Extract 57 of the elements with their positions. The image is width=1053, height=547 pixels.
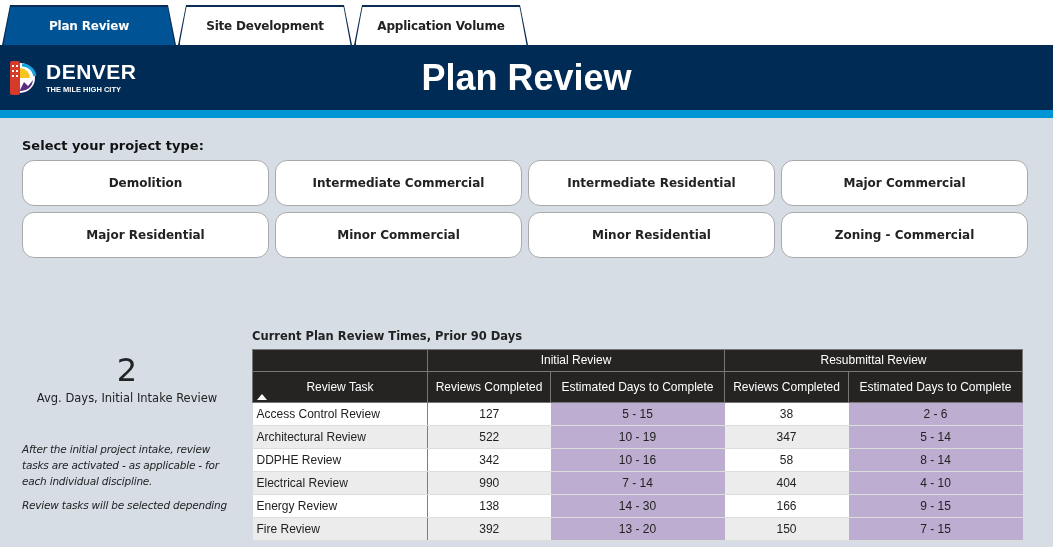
note-paragraph: After the initial project intake, review tasks are activated - as applicable - for each individual discipline. bbox=[22, 441, 221, 489]
table-cell: 127 bbox=[427, 402, 551, 426]
section-label: Select your project type: bbox=[22, 137, 205, 155]
kpi-label: Avg. Days, Initial Intake Review bbox=[35, 389, 219, 407]
note-paragraph: Review tasks will be selected depending bbox=[22, 497, 228, 513]
table-cell: 10 - 16 bbox=[550, 448, 725, 472]
table-cell: Electrical Review bbox=[252, 471, 428, 495]
logo-name: DENVER bbox=[46, 61, 137, 83]
table-cell: 404 bbox=[724, 471, 849, 495]
project-type-button[interactable]: Major Residential bbox=[22, 211, 269, 258]
table-cell: Access Control Review bbox=[252, 402, 428, 426]
page-title: Plan Review bbox=[421, 55, 632, 100]
table-cell: 7 - 14 bbox=[550, 471, 725, 495]
project-type-button[interactable]: Minor Residential bbox=[528, 211, 775, 258]
project-type-button[interactable]: Zoning - Commercial bbox=[781, 211, 1028, 258]
column-group-header: Initial Review bbox=[427, 349, 725, 372]
tab[interactable]: Plan Review bbox=[2, 5, 176, 45]
table-cell: 150 bbox=[724, 517, 849, 541]
project-type-button[interactable]: Major Commercial bbox=[781, 159, 1028, 206]
kpi-value: 2 bbox=[115, 353, 139, 386]
tab[interactable]: Application Volume bbox=[354, 5, 528, 45]
table-cell: 8 - 14 bbox=[848, 448, 1023, 472]
tab[interactable]: Site Development bbox=[178, 5, 352, 45]
project-type-button[interactable]: Demolition bbox=[22, 159, 269, 206]
table-cell: 5 - 15 bbox=[550, 402, 725, 426]
table-cell: Architectural Review bbox=[252, 425, 428, 449]
table-cell: 990 bbox=[427, 471, 551, 495]
column-header[interactable]: Estimated Days to Complete bbox=[550, 371, 725, 403]
table-cell: 522 bbox=[427, 425, 551, 449]
project-type-button[interactable]: Minor Commercial bbox=[275, 211, 522, 258]
table-cell: 166 bbox=[724, 494, 849, 518]
table-cell: 38 bbox=[724, 402, 849, 426]
table-cell: 14 - 30 bbox=[550, 494, 725, 518]
table-cell: 2 - 6 bbox=[848, 402, 1023, 426]
table-cell: 342 bbox=[427, 448, 551, 472]
table-cell: 13 - 20 bbox=[550, 517, 725, 541]
city-logo-icon bbox=[8, 59, 38, 96]
table-cell: 10 - 19 bbox=[550, 425, 725, 449]
table-cell: 5 - 14 bbox=[848, 425, 1023, 449]
table-cell: DDPHE Review bbox=[252, 448, 428, 472]
table-cell: 58 bbox=[724, 448, 849, 472]
table-cell: Fire Review bbox=[252, 517, 428, 541]
column-header[interactable]: Review Task bbox=[252, 371, 428, 403]
column-header[interactable]: Estimated Days to Complete bbox=[848, 371, 1023, 403]
table-cell: 4 - 10 bbox=[848, 471, 1023, 495]
table-cell: 7 - 15 bbox=[848, 517, 1023, 541]
table-cell: 392 bbox=[427, 517, 551, 541]
table-cell: 9 - 15 bbox=[848, 494, 1023, 518]
project-type-button[interactable]: Intermediate Residential bbox=[528, 159, 775, 206]
column-group-header: Resubmittal Review bbox=[724, 349, 1023, 372]
column-header[interactable]: Reviews Completed bbox=[427, 371, 551, 403]
table-cell: Energy Review bbox=[252, 494, 428, 518]
table-cell: 138 bbox=[427, 494, 551, 518]
table-title: Current Plan Review Times, Prior 90 Days bbox=[252, 327, 523, 345]
table-cell: 347 bbox=[724, 425, 849, 449]
column-header[interactable]: Reviews Completed bbox=[724, 371, 849, 403]
project-type-button[interactable]: Intermediate Commercial bbox=[275, 159, 522, 206]
